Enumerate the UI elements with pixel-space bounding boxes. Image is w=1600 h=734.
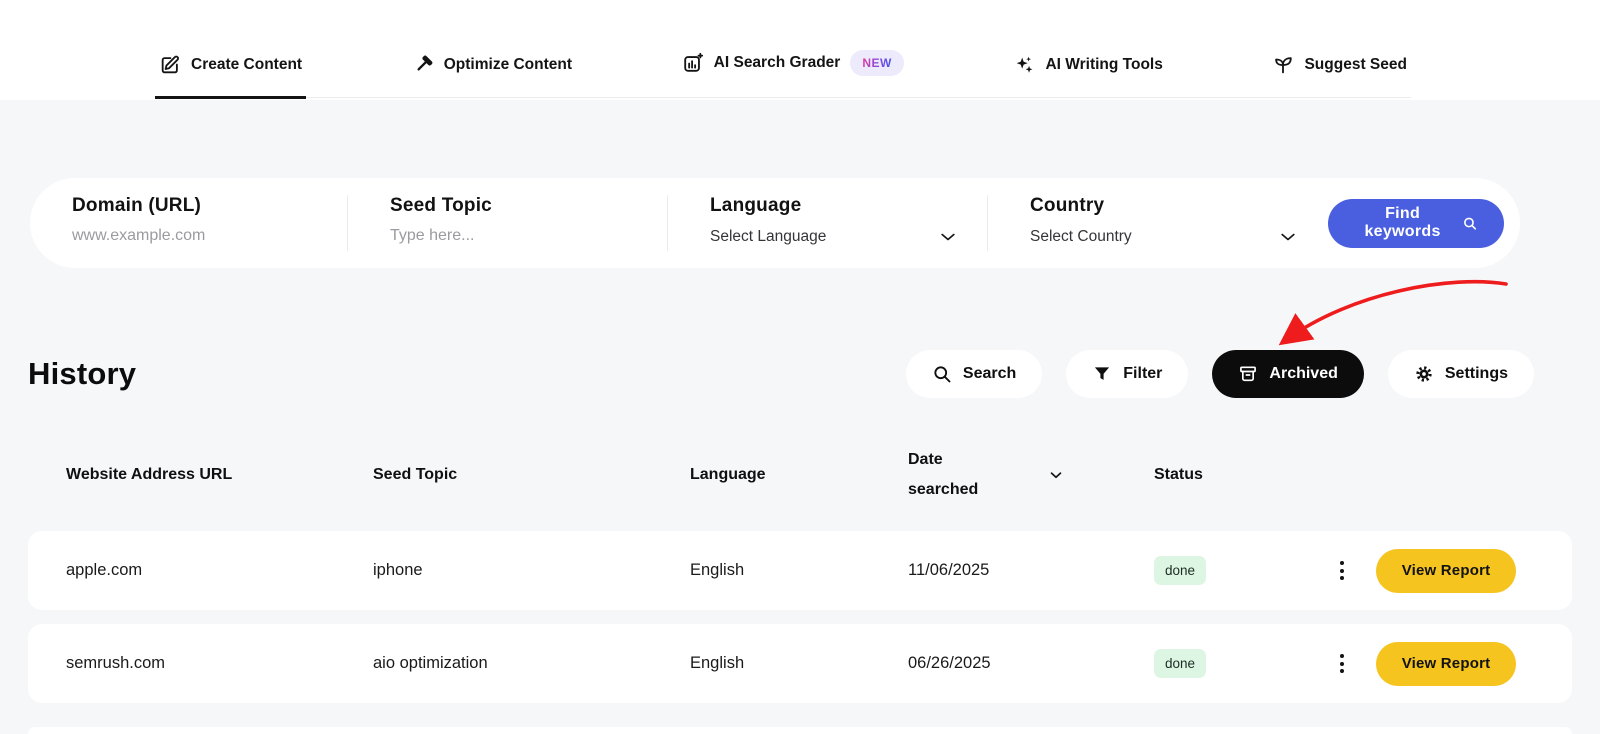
filter-button[interactable]: Filter	[1066, 350, 1189, 398]
seed-topic-field[interactable]: Seed Topic Type here...	[348, 178, 668, 268]
row-language: English	[690, 654, 745, 672]
archived-button-label: Archived	[1269, 365, 1338, 382]
keyword-search-form: Domain (URL) www.example.com Seed Topic …	[30, 178, 1520, 268]
settings-button[interactable]: Settings	[1387, 350, 1534, 398]
language-field[interactable]: Language Select Language	[668, 178, 988, 268]
search-button-label: Search	[962, 365, 1017, 382]
domain-input[interactable]: www.example.com	[72, 227, 318, 245]
search-icon	[934, 366, 951, 383]
country-select[interactable]: Select Country	[1030, 227, 1298, 247]
search-icon	[1464, 217, 1477, 230]
col-seed-topic: Seed Topic	[373, 466, 458, 484]
tab-label: Optimize Content	[443, 56, 573, 73]
table-row-partial	[28, 727, 1572, 734]
row-status: done	[1154, 649, 1314, 678]
language-select-value: Select Language	[710, 228, 827, 245]
tab-label: Suggest Seed	[1304, 56, 1407, 73]
kebab-menu-icon[interactable]	[1334, 555, 1350, 586]
language-select[interactable]: Select Language	[710, 227, 958, 247]
tab-label: Create Content	[191, 56, 303, 73]
archived-button[interactable]: Archived	[1212, 350, 1364, 398]
tab-label: AI Search Grader	[713, 54, 841, 71]
row-actions: View Report	[1314, 548, 1516, 593]
edit-icon	[161, 55, 179, 74]
keyword-tool-page: Create Content Optimize Content AI Searc…	[0, 0, 1600, 734]
archive-icon	[1240, 366, 1257, 382]
row-seed-topic: iphone	[373, 561, 423, 579]
top-tab-band: Create Content Optimize Content AI Searc…	[0, 0, 1600, 100]
history-table-header: Website Address URL Seed Topic Language …	[28, 442, 1572, 508]
tab-suggest-seed[interactable]: Suggest Seed	[1268, 54, 1411, 99]
bar-chart-plus-icon	[683, 52, 703, 72]
col-date-searched-label: Date searched	[908, 451, 979, 498]
status-badge: done	[1154, 556, 1207, 585]
chevron-down-icon	[941, 233, 955, 241]
col-website-address-url: Website Address URL	[66, 466, 233, 484]
language-label: Language	[710, 195, 802, 216]
search-button[interactable]: Search	[905, 350, 1043, 398]
row-url: apple.com	[66, 561, 143, 579]
status-badge: done	[1154, 649, 1207, 678]
table-row-apple: apple.com iphone English 11/06/2025 done…	[28, 531, 1572, 610]
main-tabs: Create Content Optimize Content AI Searc…	[155, 50, 1411, 99]
domain-label: Domain (URL)	[72, 195, 202, 216]
find-keywords-button[interactable]: Find keywords	[1328, 198, 1504, 248]
settings-button-label: Settings	[1444, 365, 1508, 382]
seed-topic-input[interactable]: Type here...	[390, 227, 638, 245]
row-language: English	[690, 561, 745, 579]
row-date: 06/26/2025	[908, 654, 991, 672]
find-keywords-label: Find keywords	[1364, 205, 1441, 240]
new-badge: NEW	[850, 50, 904, 76]
tab-ai-writing-tools[interactable]: AI Writing Tools	[1009, 54, 1166, 99]
red-annotation-arrow	[1278, 279, 1508, 346]
tab-optimize-content[interactable]: Optimize Content	[408, 54, 576, 99]
tab-create-content[interactable]: Create Content	[155, 54, 307, 99]
sparkles-icon	[1017, 56, 1033, 73]
gear-icon	[1416, 366, 1432, 382]
seedling-icon	[1275, 57, 1293, 74]
filter-button-label: Filter	[1123, 365, 1163, 382]
domain-field[interactable]: Domain (URL) www.example.com	[30, 178, 348, 268]
row-actions: View Report	[1314, 641, 1516, 686]
history-title: History	[28, 356, 137, 391]
history-actions: Search Filter Archived Settings	[905, 350, 1534, 398]
row-status: done	[1154, 556, 1314, 585]
tab-ai-search-grader[interactable]: AI Search Grader NEW	[678, 50, 908, 99]
filter-icon	[1095, 367, 1110, 380]
seed-topic-label: Seed Topic	[390, 195, 492, 216]
col-date-searched[interactable]: Date searched	[908, 445, 1154, 504]
col-language: Language	[690, 466, 766, 484]
country-label: Country	[1030, 195, 1105, 216]
col-status: Status	[1154, 466, 1203, 484]
chevron-down-icon[interactable]	[1047, 466, 1065, 484]
row-seed-topic: aio optimization	[373, 654, 488, 672]
hammer-icon	[417, 55, 433, 71]
view-report-button[interactable]: View Report	[1376, 548, 1516, 593]
view-report-button[interactable]: View Report	[1376, 641, 1516, 686]
kebab-menu-icon[interactable]	[1334, 648, 1350, 679]
row-url: semrush.com	[66, 654, 166, 672]
tab-label: AI Writing Tools	[1045, 56, 1163, 73]
chevron-down-icon	[1281, 233, 1295, 241]
row-date: 11/06/2025	[908, 561, 990, 579]
table-row-semrush: semrush.com aio optimization English 06/…	[28, 624, 1572, 703]
country-select-value: Select Country	[1030, 228, 1132, 245]
country-field[interactable]: Country Select Country	[988, 178, 1328, 268]
